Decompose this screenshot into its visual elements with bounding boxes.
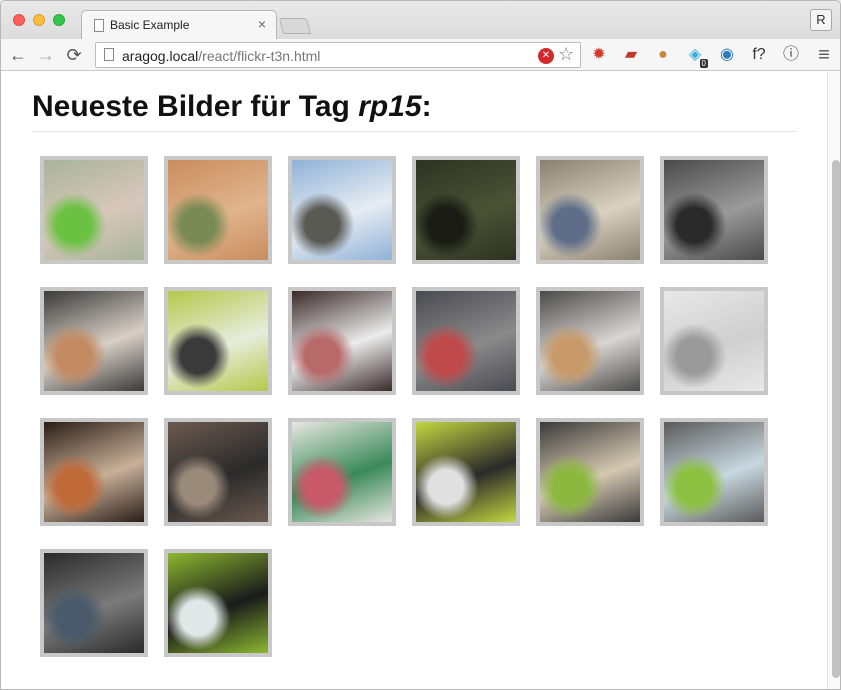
photo-image	[664, 422, 764, 522]
photo-airplane-wing[interactable]	[288, 156, 396, 264]
photo-sketch-lattice[interactable]	[660, 287, 768, 395]
close-window-button[interactable]	[13, 14, 25, 26]
gear-badge-icon[interactable]: ✹	[589, 45, 609, 65]
photo-artist-desk[interactable]	[536, 287, 644, 395]
url-host: aragog.local	[122, 48, 199, 64]
photo-green-screen[interactable]	[412, 418, 520, 526]
photo-stickers-hand[interactable]	[288, 418, 396, 526]
photo-image	[168, 291, 268, 391]
photo-image	[292, 291, 392, 391]
photo-glasses-table[interactable]	[660, 156, 768, 264]
photo-image	[292, 160, 392, 260]
photo-bottle[interactable]	[40, 418, 148, 526]
page-title: Neueste Bilder für Tag rp15:	[32, 90, 432, 124]
toolbar: ← → ⟳ aragog.local/react/flickr-t3n.html…	[1, 39, 840, 71]
tab-close-icon[interactable]: ×	[258, 16, 266, 32]
photo-chalkboard[interactable]	[40, 549, 148, 657]
browser-window: Basic Example × R ← → ⟳ aragog.local/rea…	[0, 0, 841, 690]
heading-tag: rp15	[358, 90, 422, 123]
photo-image	[168, 160, 268, 260]
extension-badge: 0	[699, 59, 708, 68]
url-path: /react/flickr-t3n.html	[198, 48, 321, 64]
menu-icon[interactable]: ≡	[813, 44, 835, 66]
info-icon[interactable]: ⓘ	[781, 45, 801, 65]
page-content: Neueste Bilder für Tag rp15:	[1, 72, 827, 689]
cookie-icon[interactable]: ●	[653, 45, 673, 65]
tab-basic-example[interactable]: Basic Example ×	[81, 10, 277, 40]
bookmark-star-icon[interactable]: ☆	[558, 44, 574, 65]
photo-drawing-woman[interactable]	[40, 287, 148, 395]
tab-title: Basic Example	[110, 18, 190, 32]
document-icon	[94, 19, 104, 32]
photo-image	[540, 422, 640, 522]
url-text: aragog.local/react/flickr-t3n.html	[122, 48, 320, 64]
page-info-icon[interactable]	[104, 48, 114, 61]
photo-green-booth[interactable]	[164, 287, 272, 395]
photo-notes-shoes[interactable]	[40, 156, 148, 264]
scrollbar[interactable]	[827, 72, 840, 689]
photo-image	[416, 291, 516, 391]
forward-icon[interactable]: →	[35, 44, 57, 66]
font-icon[interactable]: f?	[749, 45, 769, 65]
new-tab-button[interactable]	[278, 18, 312, 34]
couch-icon[interactable]: ▰	[621, 45, 641, 65]
heading-divider	[32, 131, 796, 132]
photo-campbar[interactable]	[536, 156, 644, 264]
photo-image	[664, 160, 764, 260]
photo-brick-wall[interactable]	[164, 156, 272, 264]
photo-image	[168, 553, 268, 653]
photo-rp15-crowd[interactable]	[660, 418, 768, 526]
tab-strip: Basic Example × R	[1, 1, 840, 40]
photo-image	[44, 291, 144, 391]
photo-dark-tent[interactable]	[412, 156, 520, 264]
reload-icon[interactable]: ⟳	[63, 44, 85, 66]
address-bar[interactable]: aragog.local/react/flickr-t3n.html ✕ ☆	[95, 42, 581, 68]
photo-image	[168, 422, 268, 522]
photo-image	[664, 291, 764, 391]
photo-image	[416, 422, 516, 522]
photo-monitor-wall[interactable]	[164, 549, 272, 657]
photo-image	[540, 291, 640, 391]
maximize-window-button[interactable]	[53, 14, 65, 26]
photo-screen-post[interactable]	[288, 287, 396, 395]
photo-image	[292, 422, 392, 522]
blocked-content-icon[interactable]: ✕	[538, 48, 554, 64]
photo-image	[44, 553, 144, 653]
heading-suffix: :	[421, 90, 432, 123]
photo-image	[44, 160, 144, 260]
photo-group-people[interactable]	[412, 287, 520, 395]
photo-men-tablet[interactable]	[164, 418, 272, 526]
minimize-window-button[interactable]	[33, 14, 45, 26]
scrollbar-thumb[interactable]	[832, 160, 840, 678]
heading-prefix: Neueste Bilder für Tag	[32, 90, 359, 123]
photo-image	[44, 422, 144, 522]
photo-image	[416, 160, 516, 260]
photo-image	[540, 160, 640, 260]
back-icon[interactable]: ←	[7, 44, 29, 66]
photo-two-women[interactable]	[536, 418, 644, 526]
profile-button[interactable]: R	[810, 9, 832, 31]
ghost-icon[interactable]: ◈ 0	[685, 45, 708, 68]
circle-app-icon[interactable]: ◉	[717, 45, 737, 65]
